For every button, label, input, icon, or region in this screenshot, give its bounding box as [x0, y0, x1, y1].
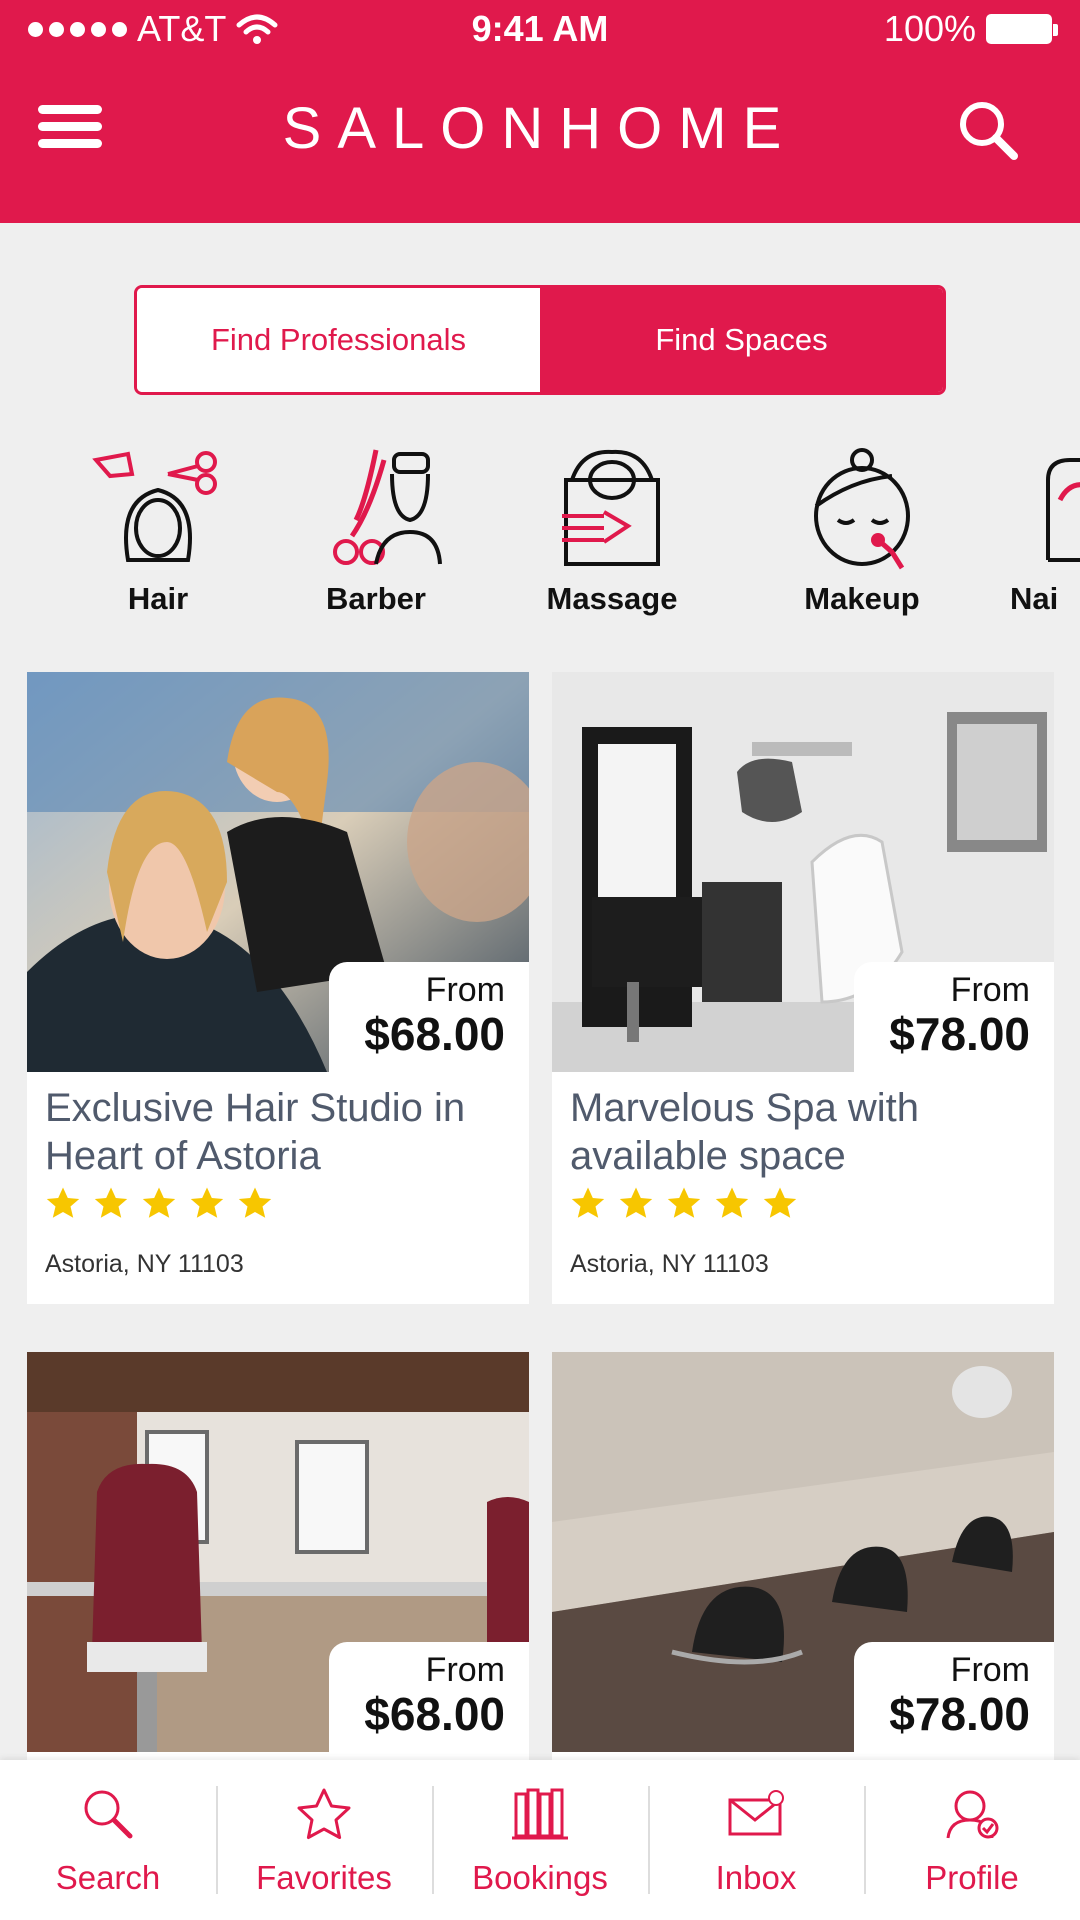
star-icon — [715, 1187, 749, 1218]
listing-title[interactable]: Exclusive Hair Studio in Heart of Astori… — [45, 1084, 515, 1180]
search-icon — [84, 1790, 133, 1839]
listing-card[interactable]: From $68.00 — [27, 1352, 529, 1762]
tab-label: Profile — [925, 1859, 1019, 1896]
rating-stars — [570, 1186, 798, 1222]
category-label: Massage — [546, 581, 678, 616]
status-bar: AT&T 9:41 AM 100% — [0, 8, 1080, 58]
listing-card[interactable]: From $68.00 Exclusive Hair Studio in Hea… — [27, 672, 529, 1304]
find-professionals-tab[interactable]: Find Professionals — [137, 288, 540, 392]
category-barber[interactable]: Barber — [286, 440, 466, 617]
tab-label: Inbox — [715, 1859, 797, 1896]
rating-stars — [45, 1186, 273, 1222]
envelope-icon — [728, 1790, 784, 1836]
category-massage[interactable]: Massage — [522, 440, 702, 617]
tab-search[interactable]: Search — [0, 1760, 216, 1920]
barber-icon — [333, 449, 442, 565]
battery-icon — [986, 14, 1058, 44]
star-icon — [667, 1187, 701, 1218]
star-icon — [619, 1187, 653, 1218]
category-strip: Hair Barber Massage Makeup Nai — [0, 440, 1080, 620]
tab-label: Search — [55, 1859, 161, 1896]
category-label: Hair — [127, 581, 189, 616]
app-logo: SALONHOME — [282, 96, 798, 161]
tab-label: Bookings — [472, 1859, 608, 1896]
price-tag: From $68.00 — [329, 962, 529, 1074]
search-icon[interactable] — [956, 98, 1020, 162]
price-tag: From $78.00 — [854, 962, 1054, 1074]
books-icon — [512, 1788, 568, 1840]
star-icon — [297, 1788, 351, 1839]
price-from-label: From — [425, 1651, 505, 1689]
price-amount: $78.00 — [889, 1008, 1030, 1060]
listing-title[interactable]: Marvelous Spa with available space — [570, 1084, 1040, 1180]
listing-card[interactable]: From $78.00 Marvelous Spa with available… — [552, 672, 1054, 1304]
category-makeup[interactable]: Makeup — [772, 440, 952, 617]
category-nails[interactable]: Nai — [1010, 440, 1080, 617]
star-icon — [571, 1187, 605, 1218]
tab-profile[interactable]: Profile — [864, 1760, 1080, 1920]
category-label: Makeup — [804, 581, 920, 616]
category-hair[interactable]: Hair — [68, 440, 248, 617]
massage-icon — [562, 449, 660, 566]
star-icon — [46, 1187, 80, 1218]
listing-card[interactable]: From $78.00 — [552, 1352, 1054, 1762]
tab-bookings[interactable]: Bookings — [432, 1760, 648, 1920]
find-segment-control: Find Professionals Find Spaces — [134, 285, 946, 395]
price-from-label: From — [950, 971, 1030, 1009]
price-tag: From $78.00 — [854, 1642, 1054, 1754]
category-label: Nai — [1010, 581, 1059, 616]
listing-address: Astoria, NY 11103 — [45, 1250, 244, 1278]
makeup-icon — [814, 448, 910, 570]
price-amount: $68.00 — [364, 1688, 505, 1740]
tab-inbox[interactable]: Inbox — [648, 1760, 864, 1920]
tab-label: Favorites — [256, 1859, 392, 1896]
find-spaces-tab[interactable]: Find Spaces — [540, 288, 943, 392]
app-header: AT&T 9:41 AM 100% SALONHOME — [0, 0, 1080, 223]
price-amount: $78.00 — [889, 1688, 1030, 1740]
star-icon — [238, 1187, 272, 1218]
category-label: Barber — [326, 581, 426, 616]
nails-icon — [1046, 458, 1080, 562]
price-tag: From $68.00 — [329, 1642, 529, 1754]
star-icon — [142, 1187, 176, 1218]
battery-percent: 100% — [883, 8, 976, 49]
price-from-label: From — [425, 971, 505, 1009]
star-icon — [763, 1187, 797, 1218]
price-amount: $68.00 — [364, 1008, 505, 1060]
bottom-tab-bar: Search Favorites Bookings Inbox Profile — [0, 1760, 1080, 1920]
star-icon — [94, 1187, 128, 1218]
listing-address: Astoria, NY 11103 — [570, 1250, 769, 1278]
status-right: 100% — [883, 8, 1058, 50]
price-from-label: From — [950, 1651, 1030, 1689]
star-icon — [190, 1187, 224, 1218]
user-check-icon — [946, 1790, 999, 1839]
tab-favorites[interactable]: Favorites — [216, 1760, 432, 1920]
hair-icon — [92, 451, 217, 562]
